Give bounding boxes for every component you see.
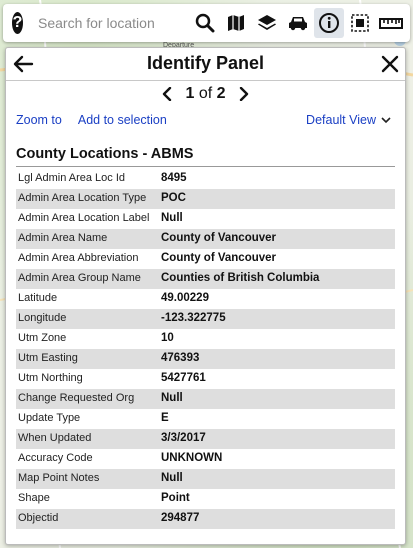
- attribute-key: Admin Area Location Label: [18, 212, 150, 224]
- attribute-key: Map Point Notes: [18, 472, 100, 484]
- attribute-row: Lgl Admin Area Loc Id 8495: [16, 169, 395, 189]
- attribute-row: Change Requested Org Null: [16, 389, 395, 409]
- attribute-row: Admin Area Location Type POC: [16, 189, 395, 209]
- attribute-value: Null: [161, 472, 183, 484]
- panel-actions: Zoom to Add to selection Default View: [6, 107, 405, 133]
- attribute-row: Longitude -123.322775: [16, 309, 395, 329]
- info-icon[interactable]: [314, 8, 344, 38]
- attribute-row: Utm Easting 476393: [16, 349, 395, 369]
- attribute-row: Utm Zone 10: [16, 329, 395, 349]
- attribute-key: Admin Area Abbreviation: [18, 252, 139, 264]
- add-to-selection-link[interactable]: Add to selection: [78, 113, 167, 127]
- attribute-key: Admin Area Group Name: [18, 272, 141, 284]
- help-button[interactable]: ?: [12, 12, 23, 34]
- view-dropdown[interactable]: Default View: [306, 113, 391, 127]
- identify-panel: Identify Panel 1 of 2 Zoom to Add to sel…: [5, 47, 406, 545]
- prev-result-chevron-icon[interactable]: [159, 86, 175, 102]
- pager-text: 1 of 2: [185, 85, 225, 103]
- car-icon[interactable]: [283, 8, 313, 38]
- attribute-key: Change Requested Org: [18, 392, 135, 404]
- attribute-value: 10: [161, 332, 174, 344]
- attribute-row: When Updated 3/3/2017: [16, 429, 395, 449]
- attribute-key: Utm Northing: [18, 372, 83, 384]
- attribute-value: 5427761: [161, 372, 206, 384]
- panel-header: Identify Panel: [6, 48, 405, 81]
- attribute-value: County of Vancouver: [161, 232, 277, 244]
- close-icon[interactable]: [379, 53, 401, 75]
- attribute-row: Latitude 49.00229: [16, 289, 395, 309]
- attribute-key: Objectid: [18, 512, 59, 524]
- attribute-row: Map Point Notes Null: [16, 469, 395, 489]
- pager-total: 2: [216, 85, 226, 102]
- select-region-icon[interactable]: [345, 8, 375, 38]
- attribute-row: Update Type E: [16, 409, 395, 429]
- ruler-icon[interactable]: [376, 8, 406, 38]
- attribute-row: Utm Northing 5427761: [16, 369, 395, 389]
- toolbar-icons: [190, 8, 406, 38]
- attribute-row: Accuracy Code UNKNOWN: [16, 449, 395, 469]
- chevron-down-icon: [381, 116, 391, 123]
- attribute-value: Null: [161, 392, 183, 404]
- attribute-key: Utm Easting: [18, 352, 78, 364]
- attribute-value: UNKNOWN: [161, 452, 223, 464]
- attribute-key: When Updated: [18, 432, 92, 444]
- zoom-to-link[interactable]: Zoom to: [16, 113, 62, 127]
- attribute-key: Update Type: [18, 412, 81, 424]
- attribute-row: Admin Area Group Name Counties of British…: [16, 269, 395, 289]
- attribute-row: Objectid 294877: [16, 509, 395, 529]
- attribute-key: Utm Zone: [18, 332, 67, 344]
- attribute-key: Admin Area Name: [18, 232, 108, 244]
- attribute-key: Accuracy Code: [18, 452, 93, 464]
- attribute-value: 3/3/2017: [161, 432, 206, 444]
- attribute-key: Longitude: [18, 312, 67, 324]
- attribute-value: E: [161, 412, 169, 424]
- attribute-value: 476393: [161, 352, 200, 364]
- result-pager: 1 of 2: [6, 81, 405, 107]
- attribute-key: Latitude: [18, 292, 58, 304]
- pager-current: 1: [185, 85, 195, 102]
- view-dropdown-label: Default View: [306, 113, 376, 127]
- attribute-key: Admin Area Location Type: [18, 192, 147, 204]
- pager-of: of: [198, 85, 213, 102]
- attribute-value: 8495: [161, 172, 187, 184]
- attribute-row: Admin Area Location Label Null: [16, 209, 395, 229]
- attribute-row: Shape Point: [16, 489, 395, 509]
- search-input[interactable]: [36, 14, 190, 32]
- top-toolbar: ?: [3, 4, 410, 42]
- attribute-row: Admin Area Name County of Vancouver: [16, 229, 395, 249]
- attribute-value: Null: [161, 212, 183, 224]
- map-icon[interactable]: [221, 8, 251, 38]
- attribute-row: Admin Area Abbreviation County of Vancouv…: [16, 249, 395, 269]
- panel-title: Identify Panel: [146, 53, 265, 73]
- attribute-value: Counties of British Columbia: [161, 272, 320, 284]
- attribute-table: Lgl Admin Area Loc Id 8495 Admin Area Loca…: [16, 169, 395, 529]
- attribute-key: Lgl Admin Area Loc Id: [18, 172, 126, 184]
- layers-icon[interactable]: [252, 8, 282, 38]
- attribute-value: Point: [161, 492, 190, 504]
- attribute-key: Shape: [18, 492, 50, 504]
- section-title: County Locations - ABMS: [16, 146, 395, 167]
- attribute-value: County of Vancouver: [161, 252, 277, 264]
- attribute-value: POC: [161, 192, 186, 204]
- attribute-value: -123.322775: [161, 312, 226, 324]
- attribute-value: 49.00229: [161, 292, 209, 304]
- search-icon[interactable]: [190, 8, 220, 38]
- next-result-chevron-icon[interactable]: [236, 86, 252, 102]
- attribute-value: 294877: [161, 512, 200, 524]
